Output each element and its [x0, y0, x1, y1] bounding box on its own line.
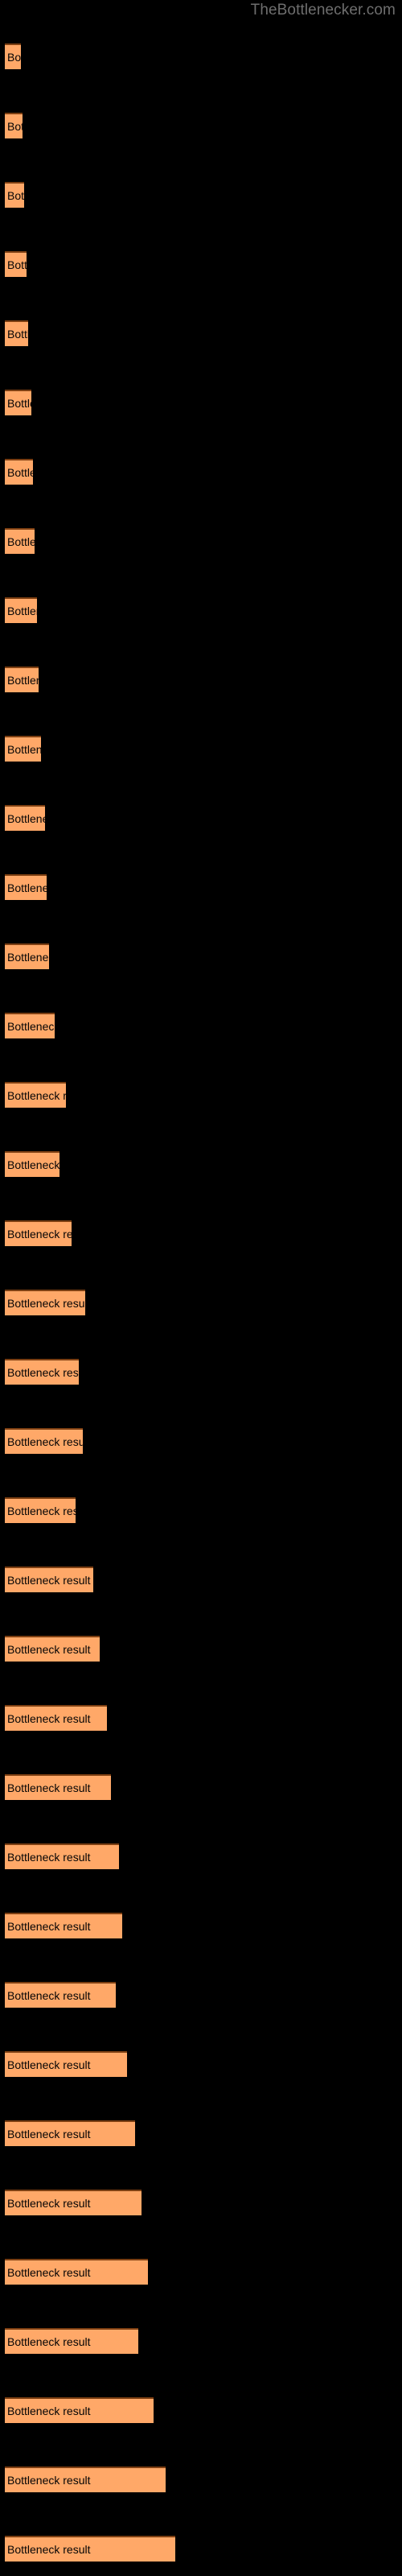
bar-chart-root: TheBottlenecker.com Bottleneck resultBot… — [0, 0, 402, 2576]
bar[interactable]: Bottleneck result — [5, 390, 31, 415]
bar-label: Bottleneck result — [7, 1297, 85, 1310]
bar-label: Bottleneck result — [7, 535, 35, 548]
bar-label: Bottleneck result — [7, 674, 39, 687]
bar-label: Bottleneck result — [7, 2266, 91, 2279]
bar[interactable]: Bottleneck result — [5, 1913, 122, 1938]
bar-label: Bottleneck result — [7, 1366, 79, 1379]
bar-label: Bottleneck result — [7, 1089, 66, 1102]
bar-label: Bottleneck result — [7, 120, 23, 133]
bar[interactable]: Bottleneck result — [5, 320, 28, 346]
bar-label: Bottleneck result — [7, 1851, 91, 1864]
bar[interactable]: Bottleneck result — [5, 2328, 138, 2354]
bar-label: Bottleneck result — [7, 2474, 91, 2487]
bar[interactable]: Bottleneck result — [5, 1290, 85, 1315]
bar-label: Bottleneck result — [7, 2405, 91, 2417]
bar-label: Bottleneck result — [7, 1989, 91, 2002]
bar-label: Bottleneck result — [7, 743, 41, 756]
bar[interactable]: Bottleneck result — [5, 736, 41, 762]
bar[interactable]: Bottleneck result — [5, 874, 47, 900]
bar[interactable]: Bottleneck result — [5, 805, 45, 831]
bar-label: Bottleneck result — [7, 1158, 59, 1171]
bar[interactable]: Bottleneck result — [5, 1636, 100, 1662]
bar[interactable]: Bottleneck result — [5, 1082, 66, 1108]
bar-label: Bottleneck result — [7, 1643, 91, 1656]
bar[interactable]: Bottleneck result — [5, 2190, 142, 2215]
bar-label: Bottleneck result — [7, 812, 45, 825]
bar[interactable]: Bottleneck result — [5, 1843, 119, 1869]
bar[interactable]: Bottleneck result — [5, 2051, 127, 2077]
bar-label: Bottleneck result — [7, 605, 37, 617]
bar-label: Bottleneck result — [7, 1920, 91, 1933]
bar-label: Bottleneck result — [7, 1781, 91, 1794]
bar[interactable]: Bottleneck result — [5, 1359, 79, 1385]
bar[interactable]: Bottleneck result — [5, 2120, 135, 2146]
bar-label: Bottleneck result — [7, 1505, 76, 1517]
bar[interactable]: Bottleneck result — [5, 1497, 76, 1523]
bar[interactable]: Bottleneck result — [5, 1428, 83, 1454]
bar-label: Bottleneck result — [7, 328, 28, 341]
bar[interactable]: Bottleneck result — [5, 251, 27, 277]
bar[interactable]: Bottleneck result — [5, 1013, 55, 1038]
bar[interactable]: Bottleneck result — [5, 1151, 59, 1177]
bar-label: Bottleneck result — [7, 951, 49, 964]
bar[interactable]: Bottleneck result — [5, 1982, 116, 2008]
bar[interactable]: Bottleneck result — [5, 2397, 154, 2423]
bar[interactable]: Bottleneck result — [5, 1220, 72, 1246]
bar[interactable]: Bottleneck result — [5, 1705, 107, 1731]
bar-label: Bottleneck result — [7, 258, 27, 271]
bar[interactable]: Bottleneck result — [5, 943, 49, 969]
bar[interactable]: Bottleneck result — [5, 1774, 111, 1800]
bar[interactable]: Bottleneck result — [5, 43, 21, 69]
bar-label: Bottleneck result — [7, 51, 21, 64]
bar-label: Bottleneck result — [7, 2128, 91, 2140]
bar-label: Bottleneck result — [7, 1020, 55, 1033]
bar-label: Bottleneck result — [7, 1574, 91, 1587]
bar[interactable]: Bottleneck result — [5, 2536, 175, 2562]
bar-label: Bottleneck result — [7, 1712, 91, 1725]
bar-label: Bottleneck result — [7, 1228, 72, 1241]
bar-label: Bottleneck result — [7, 2543, 91, 2556]
bar[interactable]: Bottleneck result — [5, 528, 35, 554]
bar[interactable]: Bottleneck result — [5, 2467, 166, 2492]
bar[interactable]: Bottleneck result — [5, 2259, 148, 2285]
bar-label: Bottleneck result — [7, 2197, 91, 2210]
bar-label: Bottleneck result — [7, 397, 31, 410]
bar-label: Bottleneck result — [7, 189, 24, 202]
bar[interactable]: Bottleneck result — [5, 113, 23, 138]
bars-layer: Bottleneck result Bottleneck result Bottle… — [0, 0, 402, 2576]
bar-label: Bottleneck result — [7, 2335, 91, 2348]
bar[interactable]: Bottleneck result — [5, 667, 39, 692]
bar[interactable]: Bottleneck result — [5, 182, 24, 208]
bar-label: Bottleneck result — [7, 2058, 91, 2071]
bar-label: Bottleneck result — [7, 1435, 83, 1448]
bar[interactable]: Bottleneck result — [5, 1567, 93, 1592]
bar[interactable]: Bottleneck result — [5, 597, 37, 623]
bar[interactable]: Bottleneck result — [5, 459, 33, 485]
bar-label: Bottleneck result — [7, 466, 33, 479]
bar-label: Bottleneck result — [7, 881, 47, 894]
